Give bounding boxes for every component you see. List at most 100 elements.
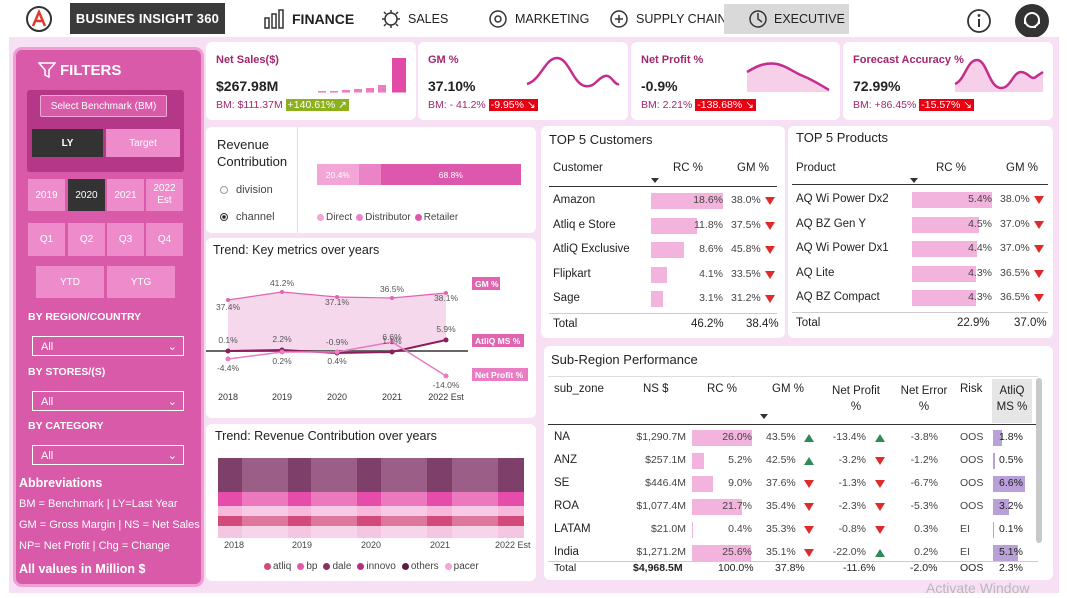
revenue-legend: Direct Distributor Retailer [317,212,458,223]
supply-chain-icon [606,7,632,31]
sort-desc-icon[interactable] [651,178,659,183]
legend-label: pacer [453,561,479,572]
table-row[interactable]: AQ Wi Power Dx2 5.4% 38.0% [788,191,1053,209]
table-row[interactable]: AQ BZ Compact 4.3% 36.5% [788,289,1053,307]
table-row[interactable]: Flipkart 4.1% 33.5% [541,266,785,284]
row-gm: 31.2% [731,292,761,305]
radio-channel[interactable]: channel [220,211,275,223]
trend-down-icon [1034,220,1044,229]
row-gm: 38.0% [731,194,761,206]
col-header-rc[interactable]: RC % [936,162,966,174]
filters-title: FILTERS [60,62,122,79]
benchmark-ly-button[interactable]: LY [32,129,103,157]
year-2022-est-button[interactable]: 2022 Est [146,179,183,211]
table-row[interactable]: ANZ $257.1M 5.2% 42.5% -3.2% -1.2% OOS 0.5% [544,451,1039,471]
col-header-risk[interactable]: Risk [960,383,982,395]
quarter-q1-button[interactable]: Q1 [28,223,65,256]
nav-supply-chain[interactable]: SUPPLY CHAIN [606,4,727,34]
table-row[interactable]: AtliQ Exclusive 8.6% 45.8% [541,241,785,259]
region-dropdown[interactable]: All ⌄ [32,336,184,356]
col-header-rc[interactable]: RC % [707,383,737,395]
col-header-ns[interactable]: NS $ [643,383,669,395]
col-header-customer[interactable]: Customer [553,162,603,174]
gm-series-tag-label: GM % [475,279,499,289]
col-header-rc[interactable]: RC % [673,162,703,174]
row-gm: 35.4% [766,500,796,512]
row-np: -3.2% [838,454,866,466]
table-row[interactable]: India $1,271.2M 25.6% 35.1% -22.0% 0.2% EI 5.1% [544,543,1039,563]
products-total-rule [792,312,1048,313]
kpi-benchmark: BM: +86.45% -15.57% ↘ [853,99,975,111]
legend-dot [357,563,365,570]
table-row[interactable]: LATAM $21.0M 0.4% 35.3% -0.8% 0.3% EI 0.1% [544,520,1039,540]
table-row[interactable]: Sage 3.1% 31.2% [541,290,785,308]
benchmark-target-button[interactable]: Target [106,129,180,157]
kpi-benchmark: BM: 2.21% -138.68% ↘ [641,99,756,111]
table-row[interactable]: Atliq e Store 11.8% 37.5% [541,217,785,235]
np-data-label: 6.6% [382,332,402,342]
year-2020-button[interactable]: 2020 [68,179,105,211]
table-row[interactable]: AQ Wi Power Dx1 4.4% 37.0% [788,240,1053,258]
period-ytg-button[interactable]: YTG [107,266,175,298]
row-rc: 8.6% [699,243,723,256]
trend-down-icon [765,197,775,205]
watermark-text: Activate Window [926,580,1030,596]
col-header-gm[interactable]: GM % [737,162,769,174]
col-header-ms[interactable]: AtliQ MS % [992,379,1032,423]
table-row[interactable]: SE $446.4M 9.0% 37.6% -1.3% -6.7% OOS 6.6% [544,474,1039,494]
trend-down-icon [1034,269,1044,278]
period-ytd-button[interactable]: YTD [36,266,104,298]
quarter-q4-button[interactable]: Q4 [146,223,183,256]
row-ns: $21.0M [650,523,686,535]
legend-label: bp [306,561,318,572]
nav-executive[interactable]: EXECUTIVE [724,4,849,34]
quarter-q3-button[interactable]: Q3 [107,223,144,256]
kpi-bm-text: BM: $111.37M [216,99,283,111]
kpi-change-badge: -138.68% ↘ [695,99,756,111]
nav-marketing[interactable]: MARKETING [485,4,589,34]
row-gm: 35.3% [766,523,796,535]
col-header-gm[interactable]: GM % [1006,162,1038,174]
support-icon[interactable] [1015,4,1049,38]
table-row[interactable]: Amazon 18.6% 38.0% [541,192,785,210]
category-filter-label: BY CATEGORY [28,420,104,432]
nav-marketing-label: MARKETING [515,12,590,26]
sort-desc-icon[interactable] [760,414,768,419]
col-header-net-profit[interactable]: Net Profit % [826,383,886,415]
trend-down-icon [804,526,814,534]
row-rc: 5.2% [728,454,752,466]
radio-division[interactable]: division [220,184,273,196]
category-dropdown[interactable]: All ⌄ [32,445,184,465]
trend-down-icon [765,270,775,279]
table-scrollbar[interactable] [1036,378,1042,543]
nav-sales-label: SALES [408,12,449,26]
table-row[interactable]: AQ Lite 4.3% 36.5% [788,265,1053,283]
chevron-down-icon: ⌄ [167,341,177,353]
col-header-sub-zone[interactable]: sub_zone [554,383,604,395]
nav-sales[interactable]: SALES [378,4,448,34]
col-header-net-error[interactable]: Net Error % [896,383,952,415]
total-ms: 2.3% [999,562,1023,574]
info-icon[interactable] [966,8,992,34]
col-header-gm[interactable]: GM % [772,383,804,395]
year-2019-button[interactable]: 2019 [28,179,65,211]
table-row[interactable]: NA $1,290.7M 26.0% 43.5% -13.4% -3.8% OOS 1.8% [544,428,1039,448]
legend-dot [356,214,364,221]
row-gm: 36.5% [1000,291,1030,304]
subregion-total-row: Total $4,968.5M 100.0% 37.8% -11.6% -2.0… [544,562,1044,576]
nav-finance[interactable]: FINANCE [262,4,354,34]
col-header-product[interactable]: Product [796,162,836,174]
year-2021-button[interactable]: 2021 [107,179,144,211]
row-gm: 38.0% [1000,193,1030,205]
row-name: Flipkart [553,267,591,280]
row-ne: 0.2% [914,546,938,558]
row-zone: LATAM [554,523,591,535]
stores-dropdown[interactable]: All ⌄ [32,391,184,411]
ms-series-tag-label: AtliQ MS % [475,336,521,346]
quarter-q2-button[interactable]: Q2 [68,223,105,256]
table-row[interactable]: AQ BZ Gen Y 4.5% 37.0% [788,216,1053,234]
legend-dot [444,563,452,570]
table-row[interactable]: ROA $1,077.4M 21.7% 35.4% -2.3% -5.3% OOS 3.2% [544,497,1039,517]
sort-desc-icon[interactable] [910,178,918,183]
brand-title: BUSINES INSIGHT 360 [70,3,225,34]
